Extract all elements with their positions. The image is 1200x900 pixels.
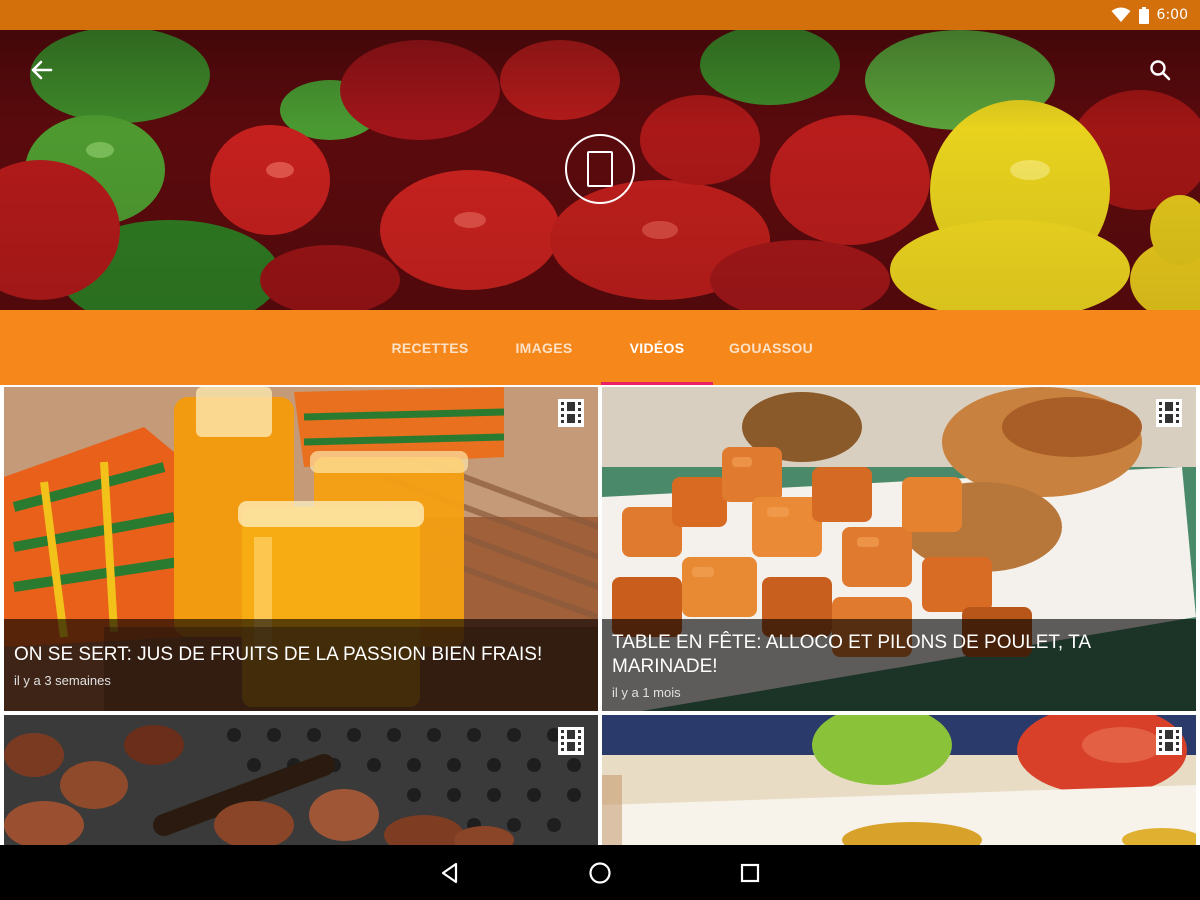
back-button[interactable]	[24, 52, 60, 88]
search-icon	[1150, 60, 1171, 81]
video-card[interactable]	[4, 715, 598, 845]
video-thumbnail	[602, 715, 1196, 845]
status-bar: 6:00	[0, 0, 1200, 30]
film-strip-icon	[558, 399, 584, 427]
video-thumbnail	[4, 715, 598, 845]
tab-recettes[interactable]: RECETTES	[380, 310, 480, 385]
video-caption: TABLE EN FÊTE: ALLOCO ET PILONS DE POULE…	[602, 619, 1196, 711]
video-title: ON SE SERT: JUS DE FRUITS DE LA PASSION …	[14, 644, 543, 665]
tab-gouassou[interactable]: GOUASSOU	[716, 310, 826, 385]
video-caption: ON SE SERT: JUS DE FRUITS DE LA PASSION …	[4, 619, 598, 711]
video-time: il y a 1 mois	[612, 685, 681, 700]
tab-images[interactable]: IMAGES	[500, 310, 588, 385]
video-title: TABLE EN FÊTE: ALLOCO ET PILONS DE POULE…	[612, 632, 1090, 677]
film-strip-icon	[1156, 399, 1182, 427]
battery-icon	[1138, 6, 1149, 24]
video-time: il y a 3 semaines	[14, 673, 111, 688]
triangle-back-icon	[441, 862, 458, 884]
system-nav-bar	[0, 845, 1200, 900]
logo-inner-frame	[587, 151, 613, 187]
status-icons: 6:00	[1111, 6, 1188, 24]
nav-home-button[interactable]	[580, 855, 620, 891]
app-screen: 6:00 RECETTES IMAGES VIDÉOS GOUASSOU ON …	[0, 0, 1200, 900]
status-time: 6:00	[1156, 7, 1188, 23]
film-strip-icon	[558, 727, 584, 755]
search-button[interactable]	[1142, 52, 1178, 88]
film-strip-icon	[1156, 727, 1182, 755]
nav-recents-button[interactable]	[730, 855, 770, 891]
tab-videos[interactable]: VIDÉOS	[601, 310, 713, 385]
tab-bar: RECETTES IMAGES VIDÉOS GOUASSOU	[0, 310, 1200, 385]
arrow-left-icon	[31, 60, 53, 80]
video-card[interactable]: ON SE SERT: JUS DE FRUITS DE LA PASSION …	[4, 387, 598, 711]
tablet-logo-icon	[565, 134, 635, 204]
video-card[interactable]: TABLE EN FÊTE: ALLOCO ET PILONS DE POULE…	[602, 387, 1196, 711]
circle-home-icon	[589, 862, 611, 884]
hero-banner	[0, 30, 1200, 310]
nav-back-button[interactable]	[430, 855, 470, 891]
wifi-icon	[1111, 7, 1131, 22]
square-recents-icon	[740, 863, 760, 883]
video-card[interactable]	[602, 715, 1196, 845]
